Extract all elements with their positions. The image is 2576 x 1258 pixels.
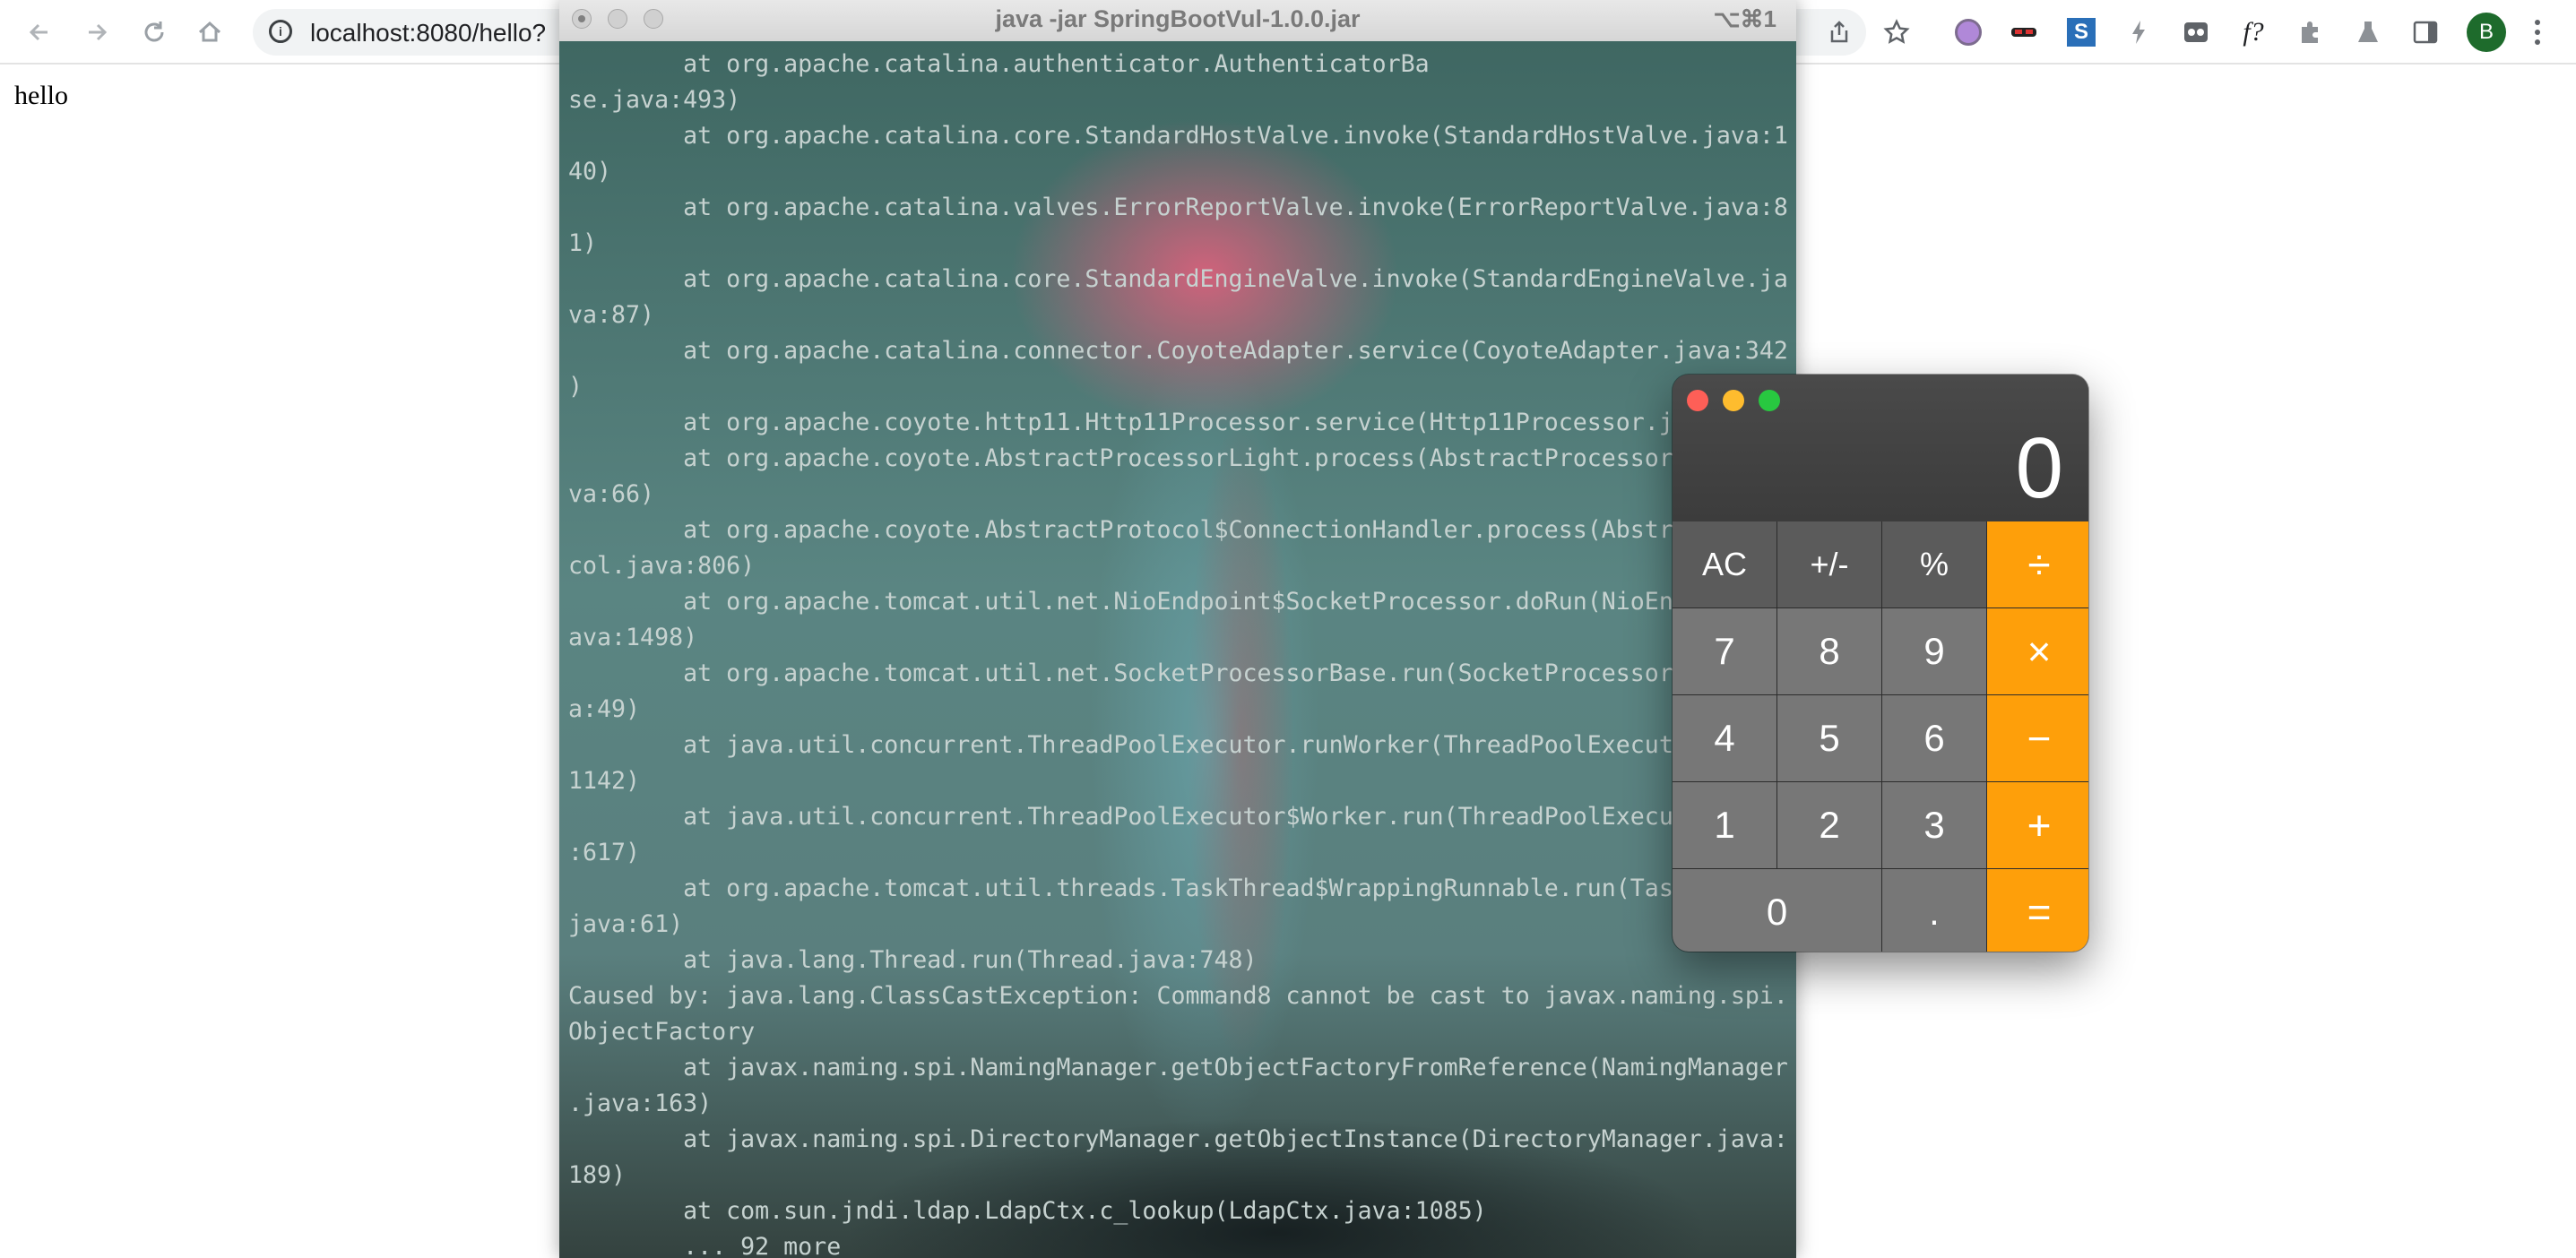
back-arrow-icon[interactable] [22,14,57,50]
side-panel-icon[interactable] [2409,16,2442,48]
terminal-line: at com.sun.jndi.ldap.LdapCtx.c_lookup(Ld… [568,1197,1487,1225]
terminal-line: col.java:806) [568,552,756,580]
terminal-line: :617) [568,839,641,866]
terminal-line: 1) [568,229,598,257]
terminal-line: at java.util.concurrent.ThreadPoolExecut… [568,731,1673,759]
calc-key-decimal-button[interactable]: . [1882,869,1986,952]
reload-icon[interactable] [136,14,172,50]
calc-key-0-button[interactable]: 0 [1673,869,1881,952]
terminal-line: at org.apache.catalina.connector.CoyoteA… [568,337,1787,365]
terminal-line: at org.apache.coyote.AbstractProcessorLi… [568,444,1673,472]
bookmark-star-icon[interactable] [1880,16,1913,48]
calc-key-1-button[interactable]: 1 [1673,782,1776,868]
calc-key-3-button[interactable]: 3 [1882,782,1986,868]
minimize-icon[interactable] [1723,390,1744,411]
terminal-line: at org.apache.coyote.AbstractProtocol$Co… [568,516,1673,544]
calculator-window[interactable]: 0 AC +/-% ÷ 7 8 9 × 4 5 6− 1 2 3 +0. = [1673,375,2088,952]
calc-key-subtract-button[interactable]: − [1987,695,2088,781]
terminal-window[interactable]: java -jar SpringBootVul-1.0.0.jar ⌥⌘1 at… [559,0,1796,1258]
terminal-title-bar[interactable]: java -jar SpringBootVul-1.0.0.jar ⌥⌘1 [559,0,1796,42]
lightning-icon[interactable] [2122,16,2155,48]
terminal-line: at java.lang.Thread.run(Thread.java:748) [568,946,1258,974]
profile-avatar[interactable]: B [2467,13,2506,52]
terminal-line: at org.apache.catalina.valves.ErrorRepor… [568,194,1787,221]
terminal-line: 40) [568,158,612,185]
url-text[interactable]: localhost:8080/hello? [310,19,546,47]
calculator-display-area: 0 [1673,375,2088,521]
calc-key-multiply-button[interactable]: × [1987,608,2088,694]
site-info-icon[interactable]: i [269,20,292,43]
terminal-line: at org.apache.catalina.core.StandardEngi… [568,265,1787,293]
terminal-line: va:87) [568,301,655,329]
terminal-line: ava:1498) [568,624,698,651]
calculator-display: 0 [2015,420,2063,516]
calc-key-6-button[interactable]: 6 [1882,695,1986,781]
labs-flask-icon[interactable] [2352,16,2384,48]
terminal-line: at org.apache.coyote.http11.Http11Proces… [568,409,1673,436]
calc-key-sign-button[interactable]: +/- [1777,521,1881,607]
home-icon[interactable] [192,14,228,50]
page-body-text: hello [14,81,68,110]
terminal-line: at org.apache.tomcat.util.net.SocketProc… [568,659,1673,687]
calc-key-8-button[interactable]: 8 [1777,608,1881,694]
terminal-line: 189) [568,1161,627,1189]
terminal-line: at org.apache.catalina.core.StandardHost… [568,122,1787,150]
terminal-shortcut: ⌥⌘1 [1713,5,1776,32]
terminal-title: java -jar SpringBootVul-1.0.0.jar [995,5,1361,32]
terminal-line: se.java:493) [568,86,741,114]
calc-key-9-button[interactable]: 9 [1882,608,1986,694]
terminal-line: Caused by: java.lang.ClassCastException:… [568,982,1787,1010]
extension-purple-icon[interactable] [1952,16,1984,48]
extension-f-icon[interactable]: f? [2237,16,2269,48]
terminal-line: a:49) [568,695,641,723]
calc-key-4-button[interactable]: 4 [1673,695,1776,781]
extension-mask-icon[interactable] [2008,16,2040,48]
terminal-line: java:61) [568,910,684,938]
terminal-line: .java:163) [568,1090,713,1117]
terminal-line: at javax.naming.spi.NamingManager.getObj… [568,1054,1787,1081]
extension-s-icon[interactable]: S [2065,16,2097,48]
extension-eyes-icon[interactable] [2180,16,2212,48]
calc-key-5-button[interactable]: 5 [1777,695,1881,781]
calc-key-percent-button[interactable]: % [1882,521,1986,607]
terminal-line: ... 92 more [568,1233,842,1258]
calc-key-add-button[interactable]: + [1987,782,2088,868]
terminal-background-image: at org.apache.catalina.authenticator.Aut… [559,41,1796,1258]
zoom-icon[interactable] [1759,390,1780,411]
forward-arrow-icon[interactable] [79,14,115,50]
terminal-line: at java.util.concurrent.ThreadPoolExecut… [568,803,1673,831]
puzzle-extensions-icon[interactable] [2295,16,2327,48]
calc-key-clear-button[interactable]: AC [1673,521,1776,607]
calc-key-divide-button[interactable]: ÷ [1987,521,2088,607]
browser-menu-icon[interactable] [2524,13,2551,52]
terminal-line: 1142) [568,767,641,795]
calc-key-7-button[interactable]: 7 [1673,608,1776,694]
terminal-line: va:66) [568,480,655,508]
share-icon[interactable] [1823,16,1855,48]
terminal-line: at org.apache.catalina.authenticator.Aut… [568,50,1430,78]
terminal-line: ObjectFactory [568,1018,756,1046]
calc-key-equals-button[interactable]: = [1987,869,2088,952]
terminal-line: at org.apache.tomcat.util.net.NioEndpoin… [568,588,1673,616]
terminal-line: ) [568,373,583,401]
close-icon[interactable] [1687,390,1708,411]
calculator-keypad: AC +/-% ÷ 7 8 9 × 4 5 6− 1 2 3 +0. = [1673,521,2088,952]
terminal-line: at javax.naming.spi.DirectoryManager.get… [568,1125,1787,1153]
calc-key-2-button[interactable]: 2 [1777,782,1881,868]
terminal-output[interactable]: at org.apache.catalina.authenticator.Aut… [568,47,1787,1258]
terminal-line: at org.apache.tomcat.util.threads.TaskTh… [568,875,1673,902]
